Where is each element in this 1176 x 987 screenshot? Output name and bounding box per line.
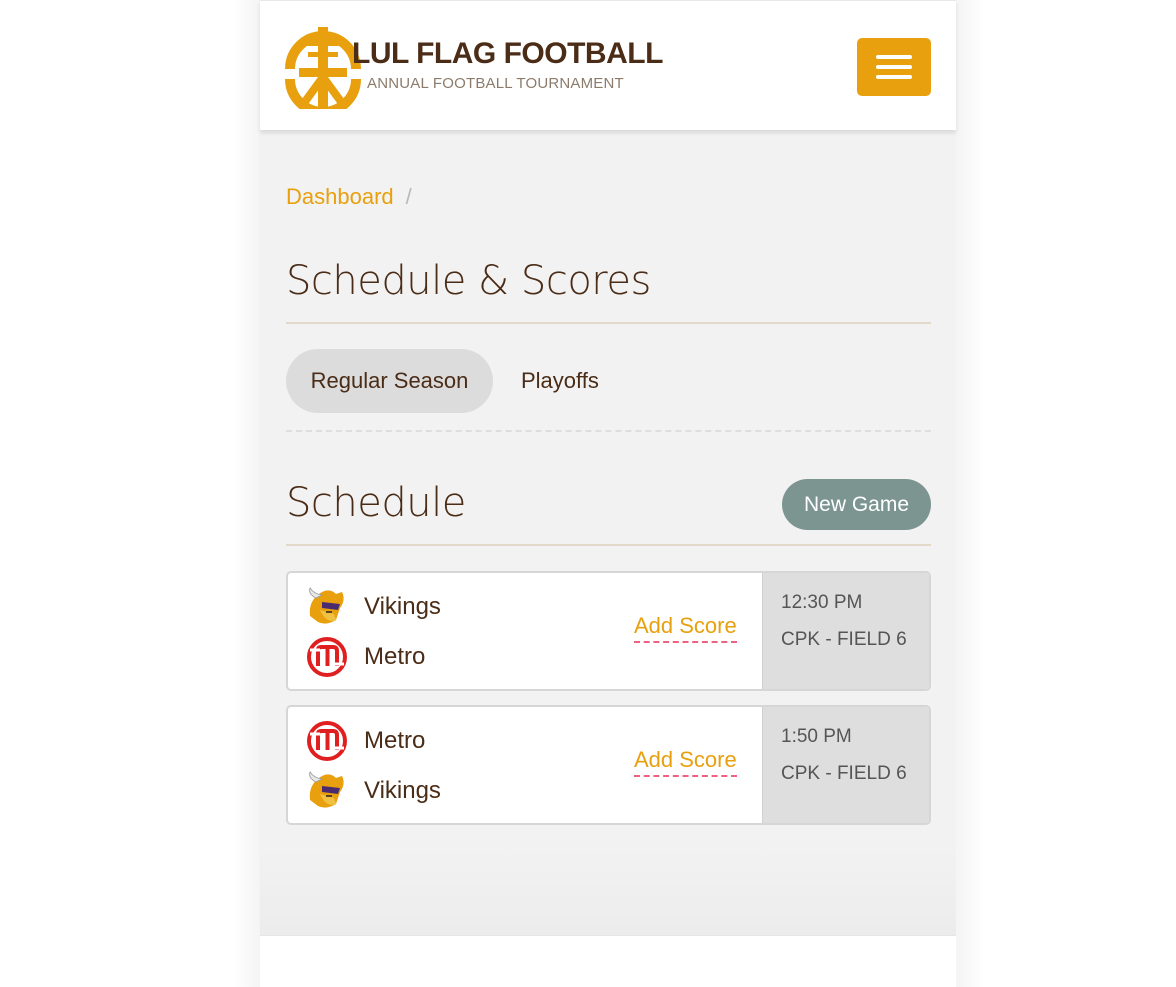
game-info-panel: 12:30 PM CPK - FIELD 6 <box>762 573 929 689</box>
team-name: Vikings <box>364 593 441 620</box>
breadcrumb: Dashboard / <box>286 184 412 210</box>
schedule-heading: Schedule <box>286 480 466 526</box>
page-footer <box>260 935 956 987</box>
breadcrumb-separator: / <box>405 184 412 209</box>
hamburger-menu-icon-bar <box>876 55 912 59</box>
team-name: Metro <box>364 643 426 670</box>
page-shadow-left <box>232 0 260 987</box>
game-field: CPK - FIELD 6 <box>781 763 907 784</box>
game-field: CPK - FIELD 6 <box>781 629 907 650</box>
team-name: Metro <box>364 727 426 754</box>
football-goalpost-logo-icon[interactable] <box>284 19 362 109</box>
metro-logo-icon <box>307 637 347 677</box>
vikings-logo-icon <box>309 587 344 624</box>
add-score-link[interactable]: Add Score <box>634 747 737 777</box>
team-name: Vikings <box>364 777 441 804</box>
hamburger-menu-button[interactable] <box>857 38 931 96</box>
game-info-panel: 1:50 PM CPK - FIELD 6 <box>762 707 929 823</box>
tab-playoffs[interactable]: Playoffs <box>521 349 599 413</box>
content-bottom-band <box>260 845 956 935</box>
page-shadow-right <box>956 0 984 987</box>
mobile-viewport: LUL FLAG FOOTBALL ANNUAL FOOTBALL TOURNA… <box>260 0 956 987</box>
game-card[interactable]: Vikings Metro Add Score 12:30 PM CPK - F… <box>286 571 931 691</box>
game-time: 12:30 PM <box>781 592 863 613</box>
breadcrumb-link-dashboard[interactable]: Dashboard <box>286 184 394 209</box>
site-header: LUL FLAG FOOTBALL ANNUAL FOOTBALL TOURNA… <box>260 0 956 130</box>
game-time: 1:50 PM <box>781 726 852 747</box>
add-score-link[interactable]: Add Score <box>634 613 737 643</box>
hamburger-menu-icon-bar <box>876 75 912 79</box>
vikings-logo-icon <box>309 771 344 808</box>
metro-logo-icon <box>307 721 347 761</box>
tabs-divider <box>286 430 931 432</box>
brand-subtitle: ANNUAL FOOTBALL TOURNAMENT <box>367 75 624 92</box>
schedule-divider <box>286 544 931 546</box>
hamburger-menu-icon-bar <box>876 65 912 69</box>
game-card[interactable]: Metro Vikings Add Score 1:50 PM CPK - FI… <box>286 705 931 825</box>
title-divider <box>286 322 931 324</box>
page-title: Schedule & Scores <box>286 258 651 304</box>
tab-regular-season[interactable]: Regular Season <box>286 349 493 413</box>
new-game-button[interactable]: New Game <box>782 479 931 530</box>
brand-title: LUL FLAG FOOTBALL <box>352 37 663 70</box>
